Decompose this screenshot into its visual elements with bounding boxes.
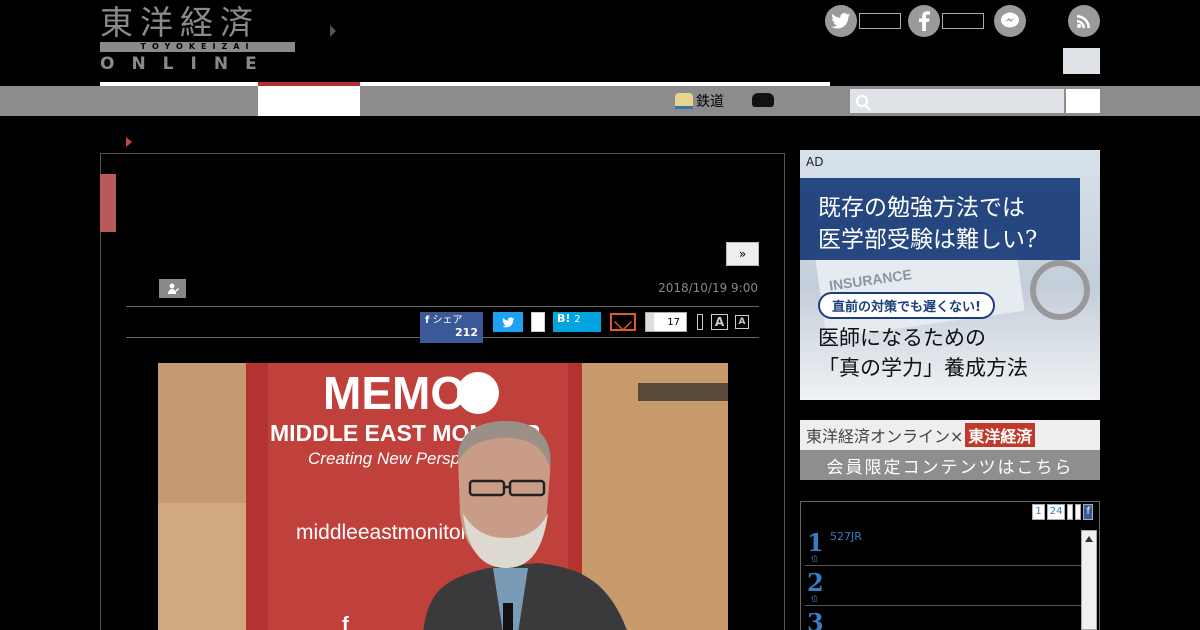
rss-icon [1068, 5, 1100, 37]
site-logo[interactable]: 東洋経済 TOYOKEIZAI ONLINE [100, 3, 295, 74]
ad-subline-1: 医師になるための [818, 326, 986, 350]
member-banner-site: 東洋経済オンライン× [806, 427, 964, 446]
ad-label: AD [806, 155, 824, 169]
ad-pill-label: 直前の対策でも遅くない! [818, 292, 995, 319]
hatena-bookmark-button[interactable]: B! 2 [553, 312, 601, 332]
photo-banner-f: f [342, 614, 349, 630]
bookmark-count: 17 [667, 316, 680, 328]
twitter-count-box [859, 13, 901, 29]
twitter-share-count [531, 312, 545, 332]
publish-date: 2018/10/19 9:00 [658, 281, 758, 295]
author-icon[interactable] [159, 279, 186, 298]
messenger-icon [994, 5, 1026, 37]
ranking-tab-1[interactable]: 1 [1032, 504, 1045, 520]
ranking-number: 1 [807, 528, 824, 557]
twitter-follow[interactable] [825, 5, 901, 37]
ranking-tab-blank-2[interactable] [1075, 504, 1082, 520]
ranking-row[interactable]: 2 位 [805, 566, 1081, 606]
ranking-row[interactable]: 1 位 527JR [805, 526, 1081, 566]
facebook-share-button[interactable]: f シェア 212 [420, 312, 483, 343]
share-divider-top [126, 306, 759, 307]
search-button[interactable] [1066, 89, 1100, 113]
search-input[interactable] [850, 89, 1064, 113]
facebook-share-count: 212 [455, 326, 478, 339]
ranking-tab-24[interactable]: 24 [1046, 504, 1066, 520]
font-size-small-button[interactable]: A [735, 315, 749, 329]
ranking-tabs: 1 24 f [1032, 504, 1093, 520]
article-photo: MEMO MIDDLE EAST MONITOR Creating New Pe… [158, 363, 728, 630]
facebook-icon [908, 5, 940, 37]
ranking-tab-blank-1[interactable] [1067, 504, 1074, 520]
nav-tab-active[interactable] [258, 86, 360, 116]
messenger-share[interactable] [994, 5, 1026, 37]
ranking-number-suffix: 位 [811, 555, 818, 563]
ranking-number: 2 [807, 568, 824, 597]
ranking-tab-facebook-icon[interactable]: f [1083, 504, 1093, 520]
hatena-icon: B! [557, 312, 571, 325]
train-icon [675, 93, 693, 109]
breadcrumb-arrow-icon [126, 137, 132, 147]
stethoscope-icon [1030, 260, 1090, 320]
hatena-count: 2 [574, 314, 581, 325]
facebook-share-label: シェア [432, 315, 463, 326]
sidebar-ad-banner[interactable]: INSURANCE AD 既存の勉強方法では 医学部受験は難しい? 直前の対策で… [800, 150, 1100, 400]
twitter-icon [825, 5, 857, 37]
logo-online: ONLINE [100, 54, 274, 74]
ad-subline-2: 「真の学力」養成方法 [818, 356, 1028, 380]
facebook-count-box [942, 13, 984, 29]
member-banner-top: 東洋経済オンライン× 東洋経済 [800, 420, 1100, 450]
facebook-share-icon: f [425, 315, 430, 326]
mail-share-icon[interactable] [610, 313, 636, 331]
ranking-number: 3 [807, 608, 824, 630]
photo-banner-url: middleeastmonitor [296, 521, 468, 544]
twitter-share-icon [501, 316, 514, 327]
ad-headline-1: 既存の勉強方法では [818, 195, 1025, 221]
member-banner-brand: 東洋経済 [965, 423, 1036, 447]
photo-banner-tagline: Creating New Perspec [308, 449, 479, 468]
rss-feed[interactable] [1068, 5, 1100, 37]
ranking-number-suffix: 位 [811, 595, 818, 603]
logo-band: TOYOKEIZAI [100, 42, 295, 52]
bookmark-share-button[interactable]: 17 [645, 312, 687, 332]
font-size-large-button[interactable]: A [711, 314, 728, 330]
nav-item-rail[interactable]: 鉄道 [675, 88, 724, 114]
photo-banner-title: MEMO [323, 367, 466, 419]
logo-kanji: 東洋経済 [100, 3, 260, 42]
search-icon [856, 95, 868, 107]
print-icon[interactable] [697, 314, 703, 330]
caret-right-icon[interactable] [330, 25, 336, 37]
page: 東洋経済 TOYOKEIZAI ONLINE 鉄道 » 2018/10/19 9… [0, 0, 1200, 630]
ranking-title[interactable]: 527JR [830, 530, 862, 543]
ranking-row[interactable]: 3 [805, 606, 1081, 630]
ranking-panel: 1 24 f 1 位 527JR 2 位 3 [800, 501, 1100, 630]
car-icon[interactable] [752, 93, 774, 107]
facebook-follow[interactable] [908, 5, 984, 37]
menu-button[interactable] [1063, 48, 1100, 74]
title-accent-bar [100, 174, 116, 232]
ranking-scrollbar[interactable] [1081, 530, 1097, 630]
nav-item-rail-label: 鉄道 [696, 94, 724, 110]
twitter-share-button[interactable] [493, 312, 523, 332]
member-banner-cta: 会員限定コンテンツはこちら [800, 450, 1100, 480]
ad-headline-2: 医学部受験は難しい? [818, 227, 1038, 253]
next-page-button[interactable]: » [726, 242, 759, 266]
member-content-banner[interactable]: 東洋経済オンライン× 東洋経済 会員限定コンテンツはこちら [800, 420, 1100, 480]
